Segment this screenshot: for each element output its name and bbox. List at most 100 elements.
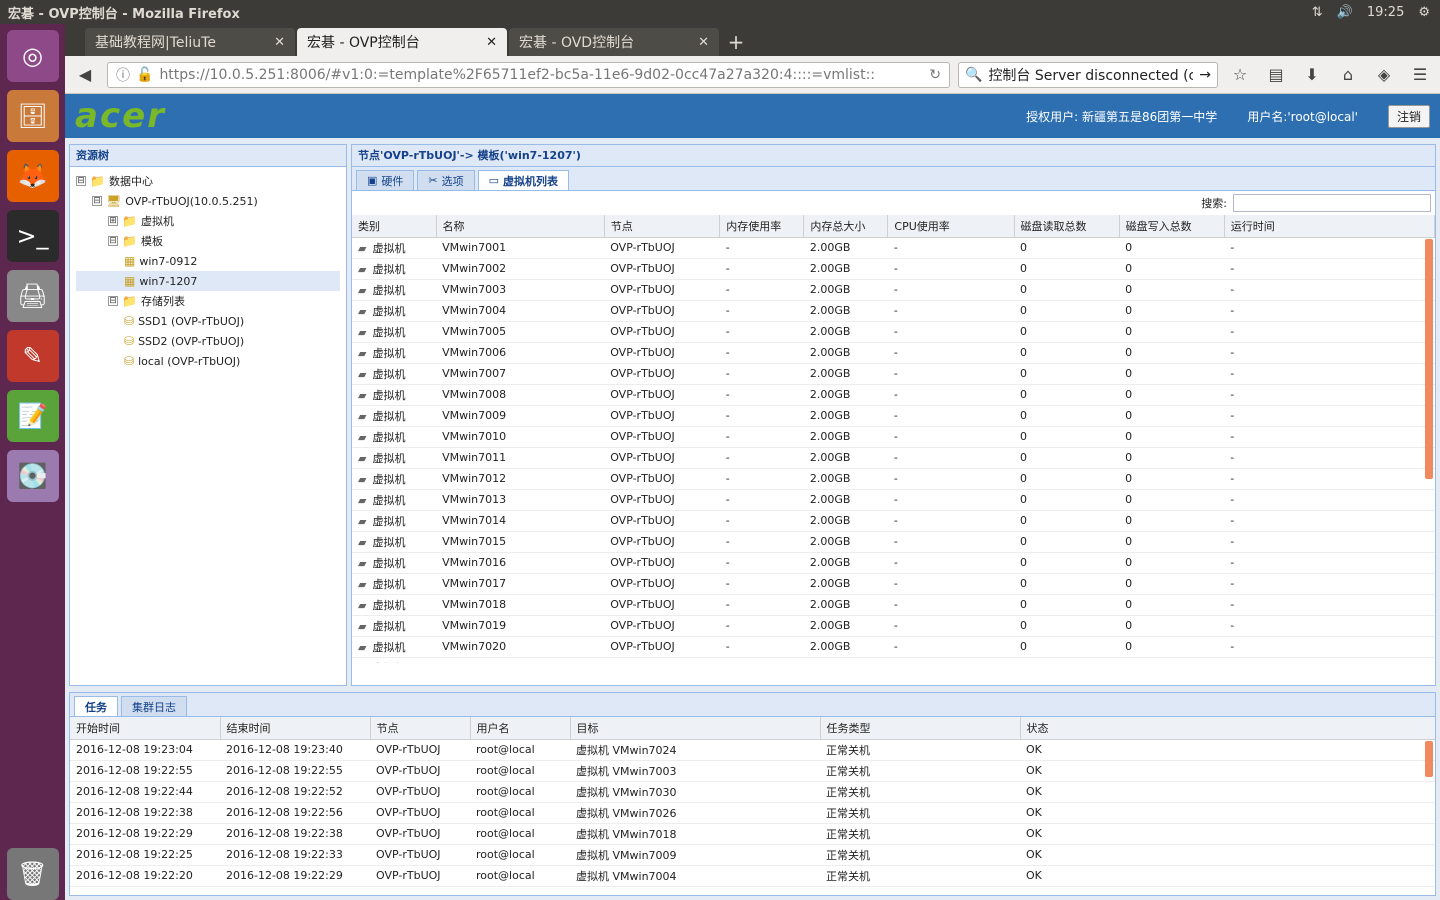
expand-icon[interactable]: ⊞ bbox=[108, 216, 118, 226]
tab-ovd-console[interactable]: 宏碁 - OVD控制台 ✕ bbox=[509, 28, 719, 56]
tab-hardware[interactable]: ▣ 硬件 bbox=[356, 170, 415, 190]
settings-gear-icon[interactable]: ⚙ bbox=[1418, 5, 1430, 20]
home-icon[interactable]: ⌂ bbox=[1334, 61, 1362, 89]
tree-node[interactable]: ⛁ SSD1 (OVP-rTbUOJ) bbox=[76, 311, 340, 331]
table-row[interactable]: ▰ 虚拟机 VMwin7010 OVP-rTbUOJ - 2.00GB - 0 0 - bbox=[352, 426, 1435, 448]
table-row[interactable]: ▰ 虚拟机 VMwin7002 OVP-rTbUOJ - 2.00GB - 0 0 - bbox=[352, 258, 1435, 280]
tree-node[interactable]: ⛁ local (OVP-rTbUOJ) bbox=[76, 351, 340, 371]
column-header[interactable]: 用户名 bbox=[470, 717, 571, 740]
collapse-icon[interactable]: ⊟ bbox=[76, 176, 86, 186]
tree-node[interactable]: ⊟ 📁 存储列表 bbox=[76, 291, 340, 311]
table-row[interactable]: ▰ 虚拟机 VMwin7009 OVP-rTbUOJ - 2.00GB - 0 0 - bbox=[352, 405, 1435, 427]
column-header[interactable]: 结束时间 bbox=[220, 717, 371, 740]
volume-icon[interactable]: 🔊 bbox=[1337, 5, 1353, 20]
column-header[interactable]: 名称 bbox=[436, 215, 605, 238]
vm-search-input[interactable] bbox=[1233, 194, 1431, 212]
table-row[interactable]: 2016-12-08 19:22:38 2016-12-08 19:22:56 OV… bbox=[70, 802, 1435, 824]
column-header[interactable]: 内存使用率 bbox=[719, 215, 805, 238]
terminal-icon[interactable]: >_ bbox=[6, 210, 59, 262]
tab-ovp-console[interactable]: 宏碁 - OVP控制台 ✕ bbox=[297, 28, 507, 56]
search-text[interactable]: 控制台 Server disconnected (cod bbox=[988, 65, 1193, 85]
table-row[interactable]: ▰ 虚拟机 VMwin7021 OVP-rTbUOJ - 2.00GB - 0 0 - bbox=[352, 657, 1435, 663]
tab-cluster-log[interactable]: 集群日志 bbox=[121, 696, 187, 716]
collapse-icon[interactable]: ⊟ bbox=[92, 196, 102, 206]
text-editor-icon[interactable]: 📝 bbox=[6, 390, 59, 442]
table-row[interactable]: ▰ 虚拟机 VMwin7013 OVP-rTbUOJ - 2.00GB - 0 0 - bbox=[352, 489, 1435, 511]
tree-node[interactable]: ⊞ 📁 虚拟机 bbox=[76, 211, 340, 231]
table-row[interactable]: ▰ 虚拟机 VMwin7004 OVP-rTbUOJ - 2.00GB - 0 0 - bbox=[352, 300, 1435, 322]
tab-options[interactable]: ✂ 选项 bbox=[417, 170, 475, 190]
column-header[interactable]: 磁盘读取总数 bbox=[1014, 215, 1120, 238]
tree-node[interactable]: ⊟ 📁 数据中心 bbox=[76, 171, 340, 191]
trash-icon[interactable]: 🗑 bbox=[6, 848, 59, 900]
menu-icon[interactable]: ☰ bbox=[1406, 61, 1434, 89]
close-icon[interactable]: ✕ bbox=[698, 35, 709, 50]
column-header[interactable]: 任务类型 bbox=[820, 717, 1021, 740]
table-row[interactable]: ▰ 虚拟机 VMwin7015 OVP-rTbUOJ - 2.00GB - 0 0 - bbox=[352, 531, 1435, 553]
new-tab-button[interactable]: + bbox=[721, 28, 751, 56]
go-arrow-icon[interactable]: → bbox=[1199, 67, 1211, 83]
column-header[interactable]: 节点 bbox=[604, 215, 721, 238]
url-bar[interactable]: ⓘ 🔓 https://10.0.5.251:8006/#v1:0:=templ… bbox=[107, 61, 950, 88]
collapse-icon[interactable]: ⊟ bbox=[108, 236, 118, 246]
table-row[interactable]: ▰ 虚拟机 VMwin7006 OVP-rTbUOJ - 2.00GB - 0 0 - bbox=[352, 342, 1435, 364]
reading-list-icon[interactable]: ▤ bbox=[1262, 61, 1290, 89]
table-row[interactable]: ▰ 虚拟机 VMwin7007 OVP-rTbUOJ - 2.00GB - 0 0 - bbox=[352, 363, 1435, 385]
table-row[interactable]: 2016-12-08 19:22:55 2016-12-08 19:22:55 OV… bbox=[70, 760, 1435, 782]
table-row[interactable]: ▰ 虚拟机 VMwin7017 OVP-rTbUOJ - 2.00GB - 0 0 - bbox=[352, 573, 1435, 595]
pocket-icon[interactable]: ◈ bbox=[1370, 61, 1398, 89]
table-row[interactable]: 2016-12-08 19:22:44 2016-12-08 19:22:52 OV… bbox=[70, 781, 1435, 803]
column-header[interactable]: CPU使用率 bbox=[887, 215, 1015, 238]
tree-node[interactable]: ▦ win7-0912 bbox=[76, 251, 340, 271]
back-arrow-icon[interactable]: ◀ bbox=[71, 61, 99, 89]
vm-grid-scrollbar[interactable] bbox=[1425, 239, 1433, 479]
tree-node[interactable]: ▦ win7-1207 bbox=[76, 271, 340, 291]
column-header[interactable]: 内存总大小 bbox=[803, 215, 889, 238]
tree-node[interactable]: ⊟ 🖥 OVP-rTbUOJ(10.0.5.251) bbox=[76, 191, 340, 211]
close-icon[interactable]: ✕ bbox=[274, 35, 285, 50]
table-row[interactable]: 2016-12-08 19:23:04 2016-12-08 19:23:40 OV… bbox=[70, 739, 1435, 761]
tab-vm-list[interactable]: ▭ 虚拟机列表 bbox=[477, 170, 570, 190]
search-bar[interactable]: 🔍 控制台 Server disconnected (cod → bbox=[958, 61, 1218, 88]
table-row[interactable]: 2016-12-08 19:22:20 2016-12-08 19:22:29 OV… bbox=[70, 865, 1435, 887]
table-row[interactable]: ▰ 虚拟机 VMwin7014 OVP-rTbUOJ - 2.00GB - 0 0 - bbox=[352, 510, 1435, 532]
table-row[interactable]: ▰ 虚拟机 VMwin7001 OVP-rTbUOJ - 2.00GB - 0 0 - bbox=[352, 237, 1435, 259]
clock[interactable]: 19:25 bbox=[1367, 5, 1404, 20]
logout-button[interactable]: 注销 bbox=[1387, 104, 1430, 128]
reload-icon[interactable]: ↻ bbox=[929, 67, 941, 83]
lock-warning-icon[interactable]: 🔓 bbox=[136, 67, 153, 83]
ubuntu-dash-icon[interactable]: ◎ bbox=[6, 30, 59, 82]
tree-node[interactable]: ⊟ 📁 模板 bbox=[76, 231, 340, 251]
table-row[interactable]: ▰ 虚拟机 VMwin7008 OVP-rTbUOJ - 2.00GB - 0 0 - bbox=[352, 384, 1435, 406]
column-header[interactable]: 磁盘写入总数 bbox=[1119, 215, 1225, 238]
column-header[interactable]: 运行时间 bbox=[1224, 215, 1435, 238]
table-row[interactable]: 2016-12-08 19:22:29 2016-12-08 19:22:38 OV… bbox=[70, 823, 1435, 845]
table-row[interactable]: ▰ 虚拟机 VMwin7011 OVP-rTbUOJ - 2.00GB - 0 0 - bbox=[352, 447, 1435, 469]
column-header[interactable]: 状态 bbox=[1020, 717, 1435, 740]
table-row[interactable]: ▰ 虚拟机 VMwin7020 OVP-rTbUOJ - 2.00GB - 0 0 - bbox=[352, 636, 1435, 658]
disk-icon[interactable]: 💽 bbox=[6, 450, 59, 502]
url-text[interactable]: https://10.0.5.251:8006/#v1:0:=template%… bbox=[159, 67, 923, 83]
printer-icon[interactable]: 🖨 bbox=[6, 270, 59, 322]
table-row[interactable]: ▰ 虚拟机 VMwin7016 OVP-rTbUOJ - 2.00GB - 0 0 - bbox=[352, 552, 1435, 574]
table-row[interactable]: ▰ 虚拟机 VMwin7012 OVP-rTbUOJ - 2.00GB - 0 0 - bbox=[352, 468, 1435, 490]
info-icon[interactable]: ⓘ bbox=[116, 65, 130, 85]
collapse-icon[interactable]: ⊟ bbox=[108, 296, 118, 306]
task-grid-scrollbar[interactable] bbox=[1425, 741, 1433, 777]
column-header[interactable]: 节点 bbox=[370, 717, 471, 740]
bookmark-star-icon[interactable]: ☆ bbox=[1226, 61, 1254, 89]
column-header[interactable]: 目标 bbox=[570, 717, 821, 740]
close-icon[interactable]: ✕ bbox=[486, 35, 497, 50]
table-row[interactable]: ▰ 虚拟机 VMwin7003 OVP-rTbUOJ - 2.00GB - 0 0 - bbox=[352, 279, 1435, 301]
firefox-icon[interactable]: 🦊 bbox=[6, 150, 59, 202]
table-row[interactable]: ▰ 虚拟机 VMwin7019 OVP-rTbUOJ - 2.00GB - 0 0 - bbox=[352, 615, 1435, 637]
tab-tasks[interactable]: 任务 bbox=[74, 696, 118, 716]
column-header[interactable]: 开始时间 bbox=[70, 717, 221, 740]
table-row[interactable]: 2016-12-08 19:22:25 2016-12-08 19:22:33 OV… bbox=[70, 844, 1435, 866]
table-row[interactable]: ▰ 虚拟机 VMwin7018 OVP-rTbUOJ - 2.00GB - 0 0 - bbox=[352, 594, 1435, 616]
download-icon[interactable]: ⬇ bbox=[1298, 61, 1326, 89]
document-viewer-icon[interactable]: ✎ bbox=[6, 330, 59, 382]
tab-teliute[interactable]: 基础教程网|TeliuTe ✕ bbox=[85, 28, 295, 56]
files-icon[interactable]: 🗄 bbox=[6, 90, 59, 142]
column-header[interactable]: 类别 bbox=[352, 215, 437, 238]
